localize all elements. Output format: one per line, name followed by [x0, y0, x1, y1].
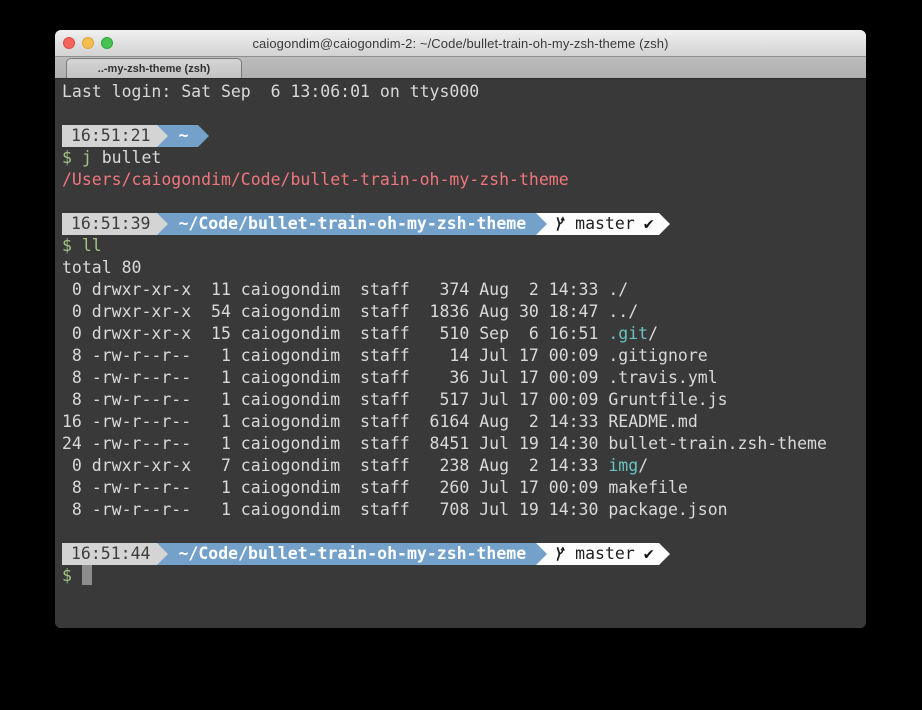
terminal-line: $ ll: [62, 235, 866, 257]
terminal-text: 8 -rw-r--r-- 1 caiogondim staff 14 Jul 1…: [62, 346, 708, 365]
terminal-text: $: [62, 236, 72, 255]
prompt-git-segment: master ✔: [547, 543, 659, 565]
terminal-text: 0 drwxr-xr-x 11 caiogondim staff 374 Aug…: [62, 280, 628, 299]
terminal-line: $ j bullet: [62, 147, 866, 169]
git-branch-name: master: [575, 543, 635, 565]
prompt-time-segment: 16:51:39: [62, 213, 157, 235]
terminal-line: $: [62, 565, 866, 587]
blank-line: [62, 103, 866, 125]
git-branch-name: master: [575, 213, 635, 235]
tab-bar: ..-my-zsh-theme (zsh): [55, 57, 866, 79]
terminal-line: /Users/caiogondim/Code/bullet-train-oh-m…: [62, 169, 866, 191]
git-branch-icon: [554, 216, 566, 232]
checkmark-icon: ✔: [644, 213, 654, 235]
prompt-path-segment: ~/Code/bullet-train-oh-my-zsh-theme: [168, 543, 536, 565]
zoom-button[interactable]: [101, 37, 113, 49]
terminal-text: total 80: [62, 258, 141, 277]
terminal-text: 8 -rw-r--r-- 1 caiogondim staff 708 Jul …: [62, 500, 728, 519]
powerline-arrow-icon: [536, 213, 547, 235]
terminal-window: caiogondim@caiogondim-2: ~/Code/bullet-t…: [55, 30, 866, 628]
terminal-line: 8 -rw-r--r-- 1 caiogondim staff 260 Jul …: [62, 477, 866, 499]
terminal-text: .git: [608, 324, 648, 343]
powerline-arrow-icon: [157, 543, 168, 565]
terminal-line: 16 -rw-r--r-- 1 caiogondim staff 6164 Au…: [62, 411, 866, 433]
terminal-text: 16 -rw-r--r-- 1 caiogondim staff 6164 Au…: [62, 412, 698, 431]
minimize-button[interactable]: [82, 37, 94, 49]
terminal-text: 0 drwxr-xr-x 7 caiogondim staff 238 Aug …: [62, 456, 608, 475]
terminal-line: 24 -rw-r--r-- 1 caiogondim staff 8451 Ju…: [62, 433, 866, 455]
terminal-line: 8 -rw-r--r-- 1 caiogondim staff 14 Jul 1…: [62, 345, 866, 367]
powerline-arrow-icon: [198, 125, 209, 147]
terminal-text: ll: [82, 236, 102, 255]
terminal-line: 0 drwxr-xr-x 15 caiogondim staff 510 Sep…: [62, 323, 866, 345]
terminal-text: /: [648, 324, 658, 343]
terminal-text: $: [62, 148, 72, 167]
prompt-git-segment: master ✔: [547, 213, 659, 235]
terminal-line: 0 drwxr-xr-x 54 caiogondim staff 1836 Au…: [62, 301, 866, 323]
powerline-arrow-icon: [659, 543, 670, 565]
terminal-text: $: [62, 566, 82, 585]
terminal-text: 0 drwxr-xr-x 54 caiogondim staff 1836 Au…: [62, 302, 638, 321]
terminal-text: [72, 148, 82, 167]
terminal-text: [72, 236, 82, 255]
prompt-line: 16:51:39 ~/Code/bullet-train-oh-my-zsh-th…: [62, 213, 866, 235]
terminal-line: total 80: [62, 257, 866, 279]
prompt-path-segment: ~: [168, 125, 198, 147]
terminal-line: 8 -rw-r--r-- 1 caiogondim staff 36 Jul 1…: [62, 367, 866, 389]
terminal-text: Last login: Sat Sep 6 13:06:01 on ttys00…: [62, 82, 479, 101]
powerline-arrow-icon: [536, 543, 547, 565]
tab-active[interactable]: ..-my-zsh-theme (zsh): [66, 58, 242, 78]
terminal-text: 24 -rw-r--r-- 1 caiogondim staff 8451 Ju…: [62, 434, 827, 453]
prompt-path-segment: ~/Code/bullet-train-oh-my-zsh-theme: [168, 213, 536, 235]
terminal-text: /Users/caiogondim/Code/bullet-train-oh-m…: [62, 170, 569, 189]
prompt-time-segment: 16:51:44: [62, 543, 157, 565]
terminal-text: bullet: [92, 148, 162, 167]
checkmark-icon: ✔: [644, 543, 654, 565]
close-button[interactable]: [63, 37, 75, 49]
terminal-text: 8 -rw-r--r-- 1 caiogondim staff 36 Jul 1…: [62, 368, 718, 387]
terminal-text: 8 -rw-r--r-- 1 caiogondim staff 517 Jul …: [62, 390, 728, 409]
window-title: caiogondim@caiogondim-2: ~/Code/bullet-t…: [252, 36, 668, 51]
powerline-arrow-icon: [157, 125, 168, 147]
blank-line: [62, 521, 866, 543]
tab-label: ..-my-zsh-theme (zsh): [98, 63, 210, 75]
terminal-line: 8 -rw-r--r-- 1 caiogondim staff 517 Jul …: [62, 389, 866, 411]
terminal-text: 8 -rw-r--r-- 1 caiogondim staff 260 Jul …: [62, 478, 688, 497]
terminal-text: 0 drwxr-xr-x 15 caiogondim staff 510 Sep…: [62, 324, 608, 343]
git-branch-icon: [554, 546, 566, 562]
terminal-line: 0 drwxr-xr-x 7 caiogondim staff 238 Aug …: [62, 455, 866, 477]
title-bar[interactable]: caiogondim@caiogondim-2: ~/Code/bullet-t…: [55, 30, 866, 57]
traffic-lights: [63, 37, 113, 49]
terminal-text: /: [638, 456, 648, 475]
powerline-arrow-icon: [659, 213, 670, 235]
terminal-line: 0 drwxr-xr-x 11 caiogondim staff 374 Aug…: [62, 279, 866, 301]
prompt-line: 16:51:21 ~: [62, 125, 866, 147]
prompt-line: 16:51:44 ~/Code/bullet-train-oh-my-zsh-th…: [62, 543, 866, 565]
prompt-time-segment: 16:51:21: [62, 125, 157, 147]
terminal-screen[interactable]: Last login: Sat Sep 6 13:06:01 on ttys00…: [55, 79, 866, 628]
powerline-arrow-icon: [157, 213, 168, 235]
desktop: { "window": { "title": "caiogondim@caiog…: [0, 0, 922, 710]
blank-line: [62, 191, 866, 213]
terminal-line: Last login: Sat Sep 6 13:06:01 on ttys00…: [62, 81, 866, 103]
terminal-cursor: [82, 565, 92, 585]
terminal-text: img: [608, 456, 638, 475]
terminal-text: j: [82, 148, 92, 167]
terminal-line: 8 -rw-r--r-- 1 caiogondim staff 708 Jul …: [62, 499, 866, 521]
